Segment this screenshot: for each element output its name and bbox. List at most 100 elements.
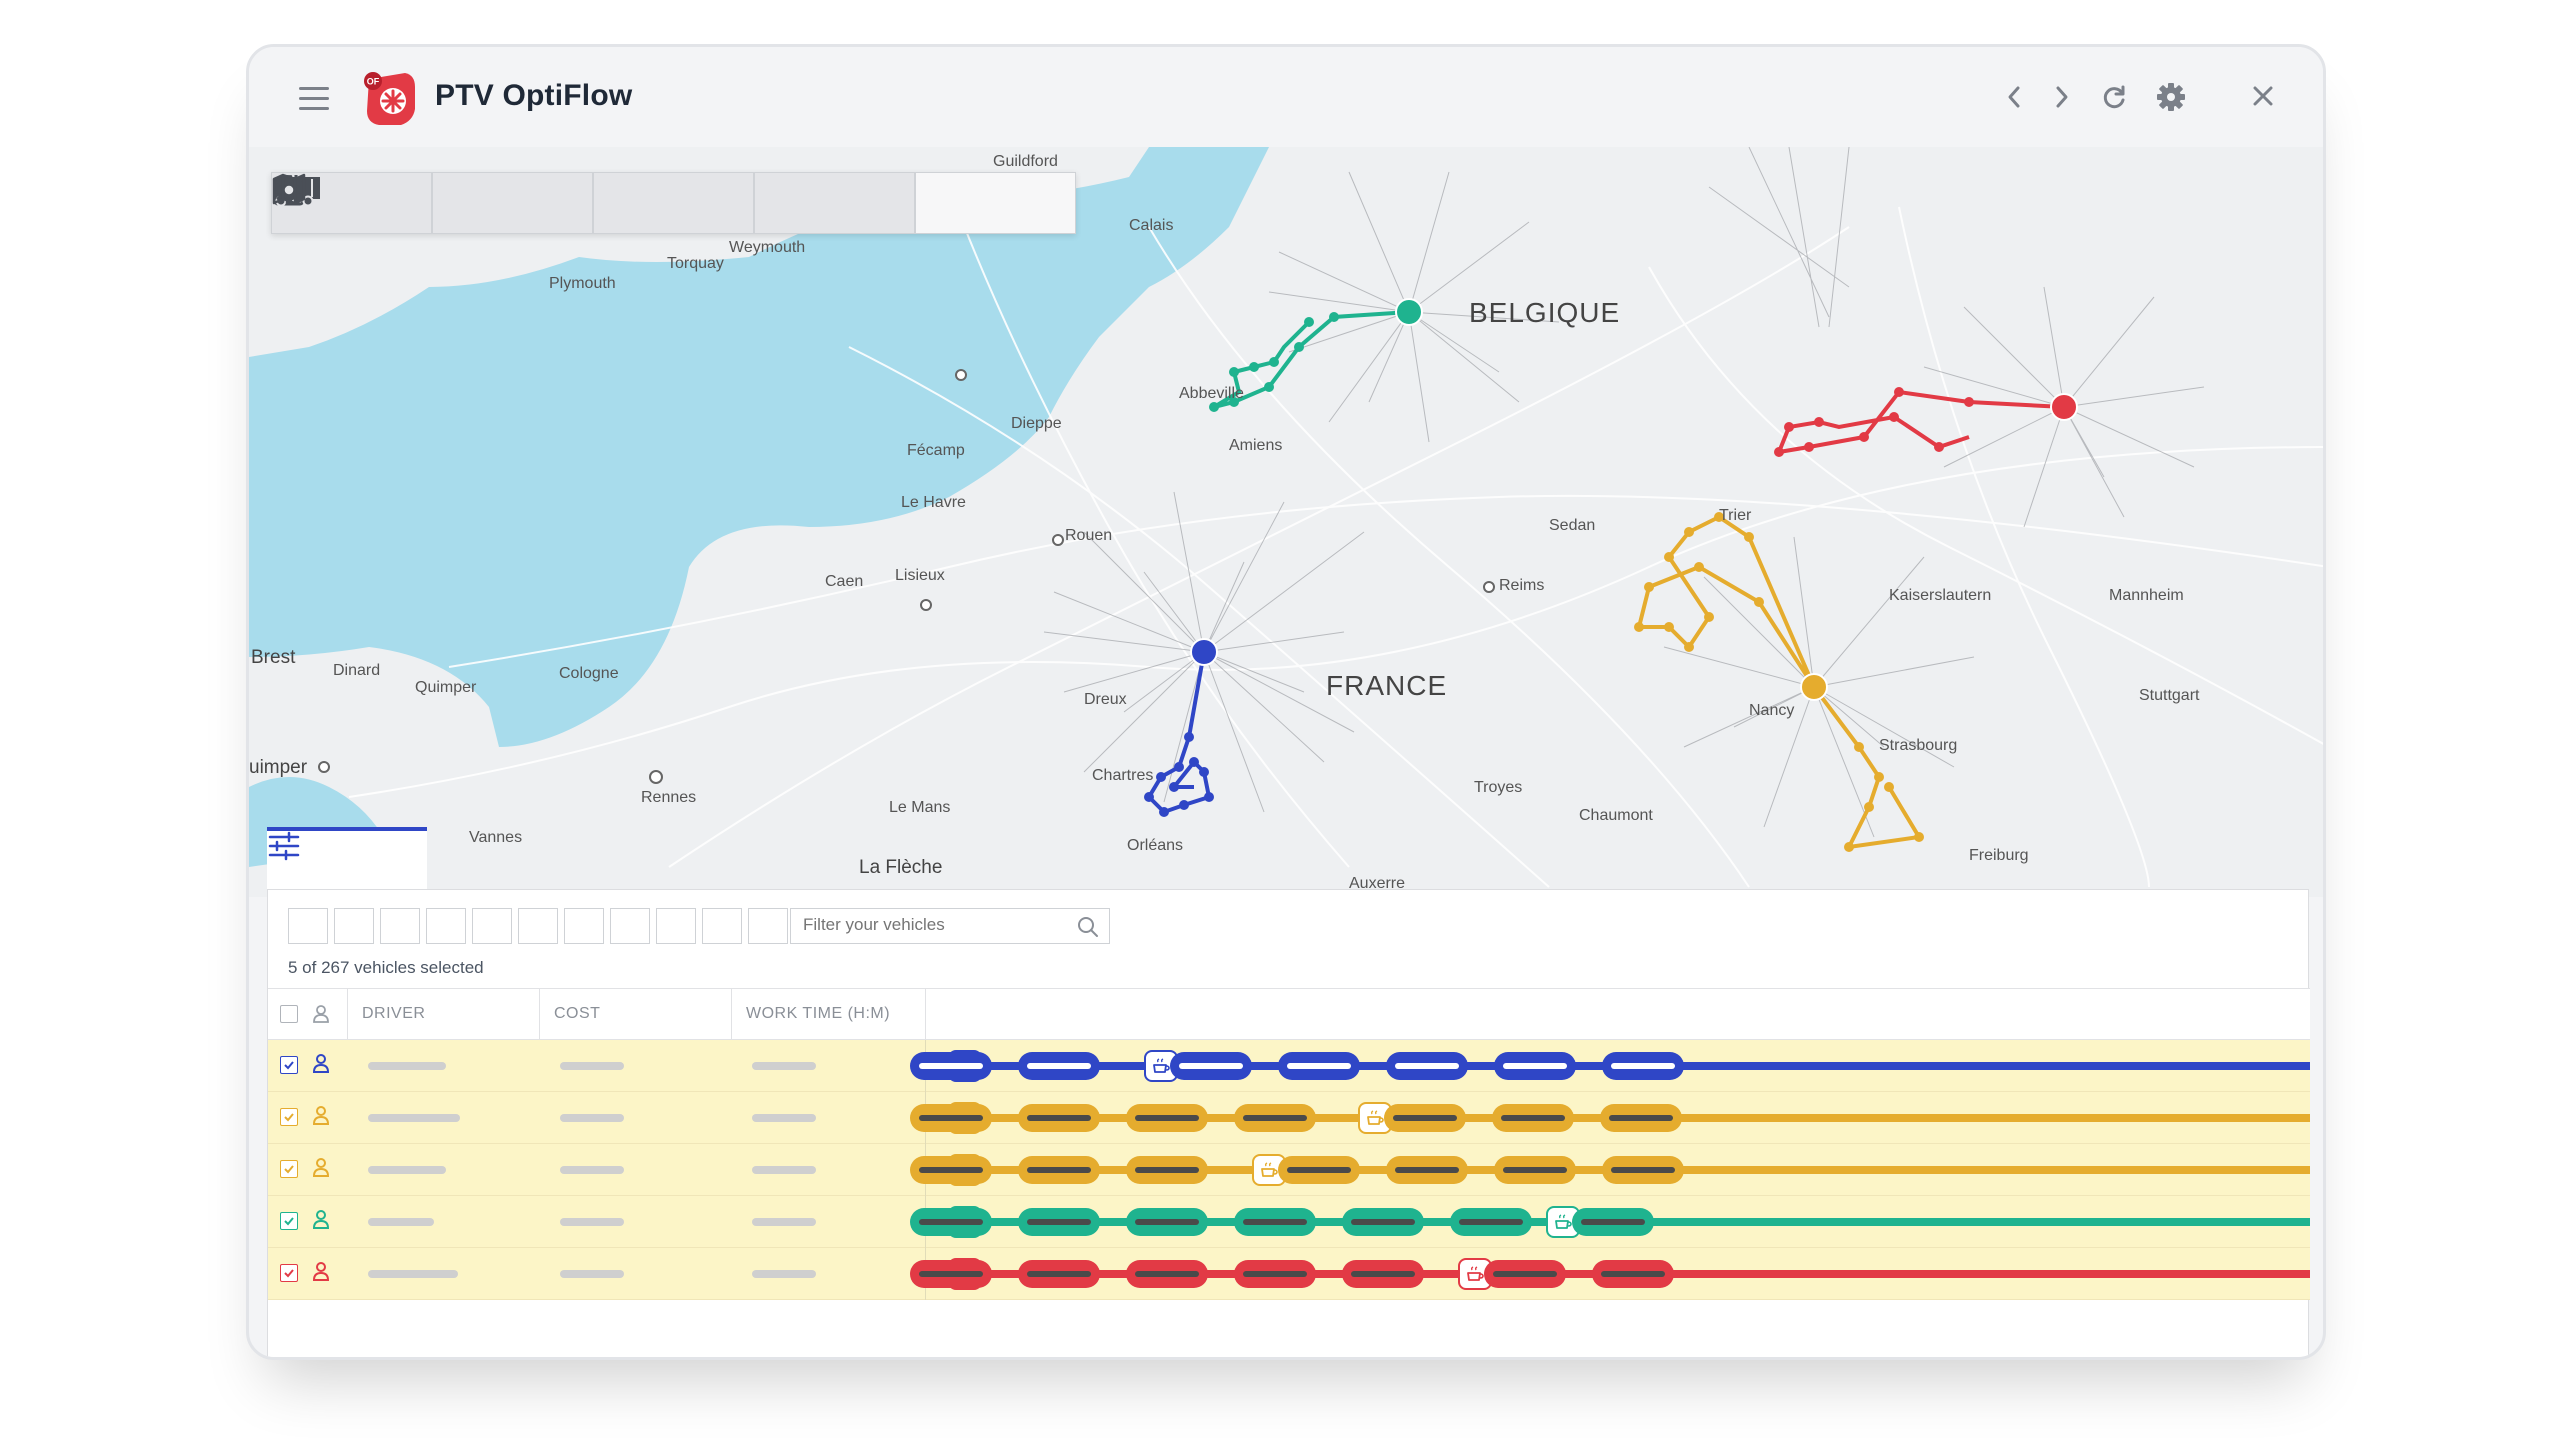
title-bar: OF PTV OptiFlow (249, 47, 2323, 147)
map-canvas (249, 147, 2323, 888)
route-stop-segment[interactable] (1018, 1052, 1100, 1080)
route-stop-segment[interactable] (1234, 1208, 1316, 1236)
table-row[interactable] (268, 1092, 2310, 1144)
filter-box[interactable] (610, 908, 650, 944)
driver-placeholder (368, 1062, 446, 1070)
route-stop-segment[interactable] (1278, 1052, 1360, 1080)
filter-box[interactable] (334, 908, 374, 944)
header-cost[interactable]: COST (540, 989, 732, 1039)
route-stop-segment[interactable] (1234, 1104, 1316, 1132)
filter-box[interactable] (656, 908, 696, 944)
vehicle-timeline[interactable] (910, 1248, 2310, 1300)
route-stop-segment[interactable] (910, 1104, 992, 1132)
filter-box[interactable] (288, 908, 328, 944)
locations-button[interactable] (275, 173, 594, 233)
select-all-checkbox[interactable] (280, 1005, 298, 1023)
route-stop-segment[interactable] (1342, 1208, 1424, 1236)
route-stop-segment[interactable] (1492, 1104, 1574, 1132)
map-view-button[interactable] (272, 173, 1075, 233)
route-stop-segment[interactable] (1018, 1260, 1100, 1288)
vehicle-rows (268, 1040, 2310, 1300)
vehicles-button[interactable] (274, 173, 755, 233)
back-icon[interactable] (2003, 82, 2025, 112)
cost-placeholder (560, 1062, 624, 1070)
route-stop-segment[interactable] (910, 1156, 992, 1184)
header-driver[interactable]: DRIVER (348, 989, 540, 1039)
route-stop-segment[interactable] (1126, 1156, 1208, 1184)
route-stop-segment[interactable] (1126, 1104, 1208, 1132)
route-stop-segment[interactable] (1450, 1208, 1532, 1236)
route-stop-segment[interactable] (1342, 1260, 1424, 1288)
table-row[interactable] (268, 1040, 2310, 1092)
route-stop-segment[interactable] (1602, 1052, 1684, 1080)
label-freiburg: Freiburg (1969, 847, 2029, 864)
table-row[interactable] (268, 1248, 2310, 1300)
row-checkbox[interactable] (280, 1212, 298, 1230)
route-stop-segment[interactable] (1278, 1156, 1360, 1184)
route-stop-segment[interactable] (1386, 1052, 1468, 1080)
app-window: OF PTV OptiFlow BELGIQUE FRANCE Brest ui… (246, 44, 2326, 1360)
route-map[interactable]: BELGIQUE FRANCE Brest uimper Dinard Quim… (249, 147, 2323, 897)
route-yellow[interactable] (1634, 512, 1924, 852)
vehicle-timeline[interactable] (910, 1144, 2310, 1196)
label-orleans: Orléans (1127, 837, 1184, 854)
label-trier: Trier (1719, 507, 1752, 524)
close-icon[interactable] (2213, 82, 2273, 112)
route-stop-segment[interactable] (1126, 1260, 1208, 1288)
route-stop-segment[interactable] (1018, 1208, 1100, 1236)
filter-box[interactable] (702, 908, 742, 944)
search-input[interactable] (791, 909, 1061, 941)
row-checkbox[interactable] (280, 1056, 298, 1074)
vehicle-timeline[interactable] (910, 1040, 2310, 1092)
header-work-time[interactable]: WORK TIME (H:M) (732, 989, 926, 1039)
filter-box[interactable] (564, 908, 604, 944)
forward-icon[interactable] (2051, 82, 2073, 112)
settings-button[interactable] (274, 173, 916, 233)
route-stop-segment[interactable] (1600, 1104, 1682, 1132)
route-stop-segment[interactable] (1234, 1260, 1316, 1288)
route-stop-segment[interactable] (1170, 1052, 1252, 1080)
route-stop-segment[interactable] (1572, 1208, 1654, 1236)
filter-box[interactable] (748, 908, 788, 944)
row-checkbox[interactable] (280, 1108, 298, 1126)
vehicle-timeline[interactable] (910, 1196, 2310, 1248)
route-stop-segment[interactable] (1386, 1156, 1468, 1184)
vehicle-timeline[interactable] (910, 1092, 2310, 1144)
route-stop-segment[interactable] (1018, 1104, 1100, 1132)
work-time-placeholder (752, 1218, 816, 1226)
row-info (268, 1196, 926, 1248)
filter-box[interactable] (426, 908, 466, 944)
label-saint-brieuc: Quimper (415, 679, 477, 696)
table-row[interactable] (268, 1196, 2310, 1248)
filter-box[interactable] (518, 908, 558, 944)
route-stop-segment[interactable] (1592, 1260, 1674, 1288)
label-la-fleche: La Flèche (859, 857, 943, 878)
label-amiens: Amiens (1229, 437, 1283, 454)
filters-tab[interactable] (267, 827, 427, 889)
route-stop-segment[interactable] (1018, 1156, 1100, 1184)
route-stop-segment[interactable] (910, 1208, 992, 1236)
filter-box[interactable] (380, 908, 420, 944)
row-checkbox[interactable] (280, 1160, 298, 1178)
route-stop-segment[interactable] (1484, 1260, 1566, 1288)
route-stop-segment[interactable] (1494, 1156, 1576, 1184)
route-stop-segment[interactable] (1494, 1052, 1576, 1080)
row-checkbox[interactable] (280, 1264, 298, 1282)
settings-icon[interactable] (2155, 81, 2187, 113)
hamburger-menu-icon[interactable] (299, 87, 329, 111)
label-sedan: Sedan (1549, 517, 1596, 534)
table-row[interactable] (268, 1144, 2310, 1196)
label-strasbourg: Strasbourg (1879, 737, 1958, 754)
route-stop-segment[interactable] (1384, 1104, 1466, 1132)
vehicles-panel: 5 of 267 vehicles selected DRIVER COST W… (267, 889, 2310, 1357)
route-stop-segment[interactable] (910, 1260, 992, 1288)
filter-box[interactable] (472, 908, 512, 944)
route-stop-segment[interactable] (1126, 1208, 1208, 1236)
label-lisieux: Lisieux (895, 567, 945, 584)
label-rouen: Rouen (1065, 527, 1113, 544)
route-stop-segment[interactable] (1602, 1156, 1684, 1184)
refresh-icon[interactable] (2099, 82, 2129, 112)
vehicle-search[interactable] (790, 908, 1110, 944)
driver-placeholder (368, 1218, 434, 1226)
route-stop-segment[interactable] (910, 1052, 992, 1080)
